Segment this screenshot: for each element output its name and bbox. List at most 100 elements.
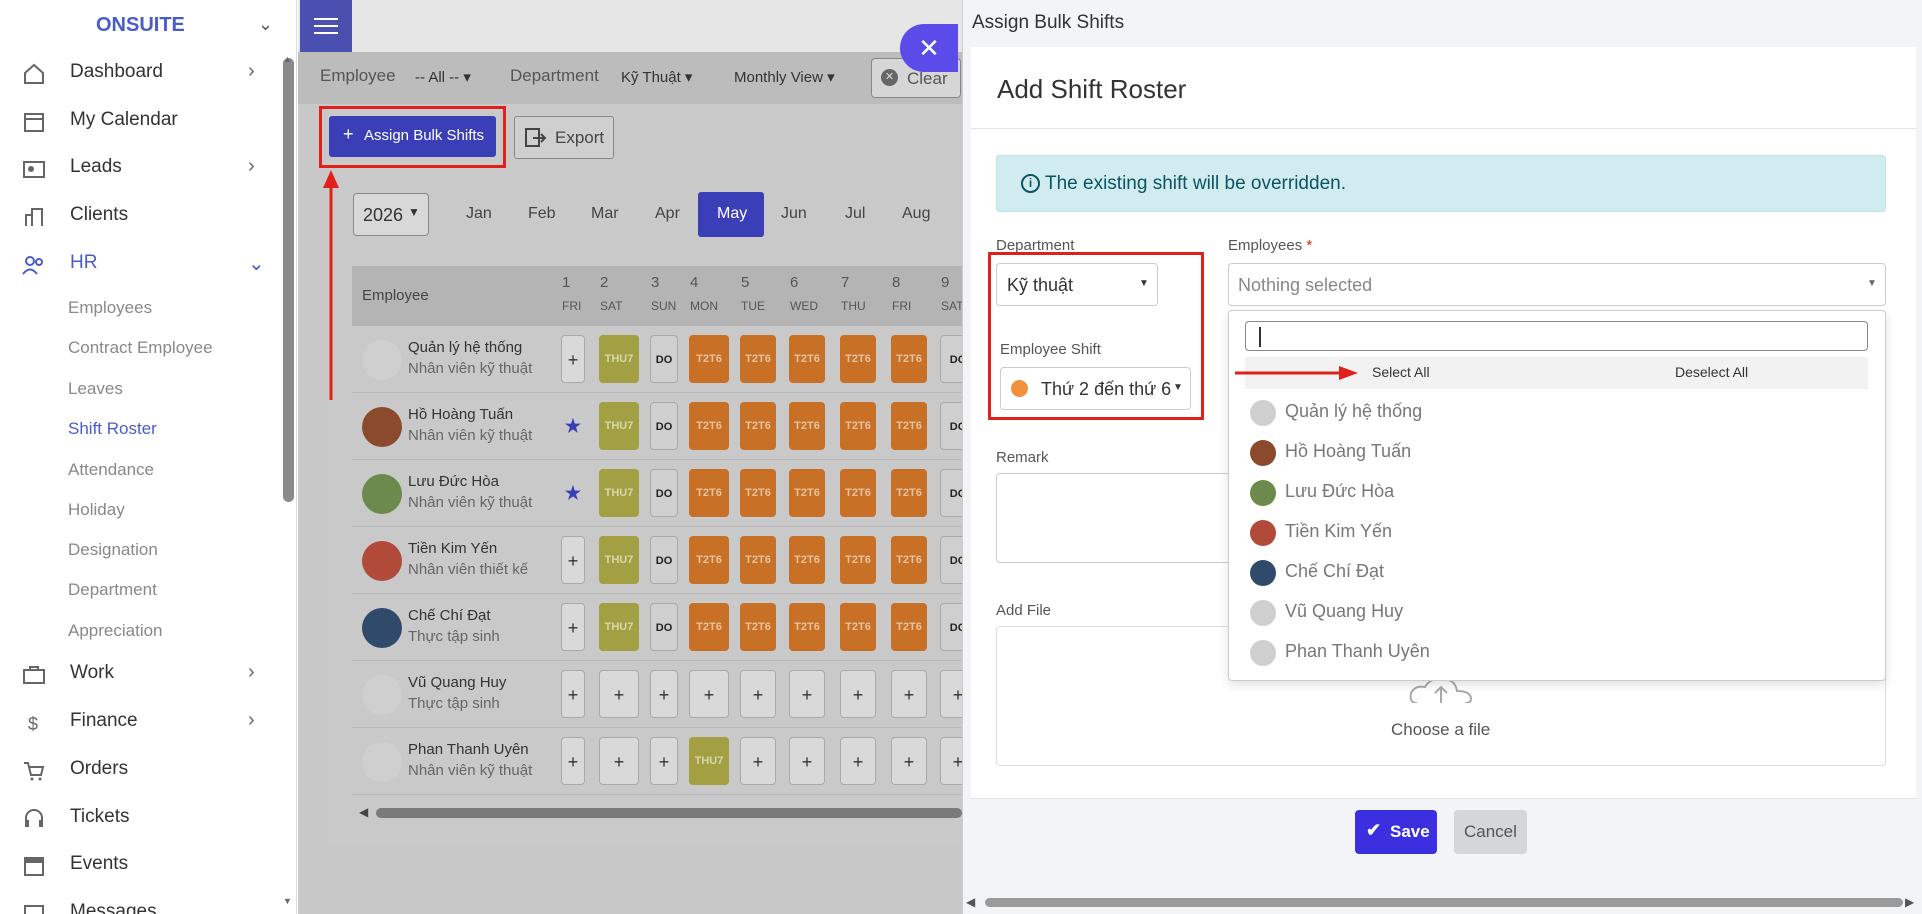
shift-cell[interactable]: T2T6: [740, 603, 776, 651]
month-tab-mar[interactable]: Mar: [591, 205, 619, 223]
shift-cell[interactable]: T2T6: [689, 536, 729, 584]
shift-cell[interactable]: T2T6: [789, 335, 825, 383]
shift-cell[interactable]: T2T6: [740, 335, 776, 383]
sidebar-item-finance[interactable]: $ Finance ›: [0, 699, 296, 746]
month-tab-aug[interactable]: Aug: [902, 205, 930, 223]
dropdown-option-ho-hoang-tuan[interactable]: Hồ Hoàng Tuấn: [1250, 434, 1850, 470]
add-shift-button[interactable]: +: [650, 670, 678, 718]
add-shift-button[interactable]: +: [689, 670, 729, 718]
add-shift-button[interactable]: +: [599, 737, 639, 785]
shift-cell[interactable]: T2T6: [891, 469, 927, 517]
sidebar-scrollbar[interactable]: [283, 58, 294, 502]
shift-cell[interactable]: DO: [650, 536, 678, 584]
department-filter-select[interactable]: Kỹ Thuật ▾: [621, 68, 692, 86]
shift-cell[interactable]: DO: [650, 469, 678, 517]
shift-cell[interactable]: THU7: [599, 603, 639, 651]
employee-name[interactable]: Tiền Kim Yến: [408, 540, 497, 557]
shift-cell[interactable]: T2T6: [689, 603, 729, 651]
choose-file-text[interactable]: Choose a file: [1391, 720, 1490, 740]
add-shift-button[interactable]: +: [891, 670, 927, 718]
shift-cell[interactable]: T2T6: [840, 335, 876, 383]
shift-cell[interactable]: DO: [650, 603, 678, 651]
scroll-up-icon[interactable]: ▲: [283, 54, 292, 64]
shift-cell[interactable]: T2T6: [689, 335, 729, 383]
star-icon[interactable]: ★: [561, 402, 585, 450]
add-shift-button[interactable]: +: [599, 670, 639, 718]
dropdown-option-vu-quang-huy[interactable]: Vũ Quang Huy: [1250, 594, 1850, 630]
sidebar-item-orders[interactable]: Orders: [0, 747, 296, 794]
shift-cell[interactable]: DO: [650, 335, 678, 383]
chevron-down-icon[interactable]: ⌄: [258, 14, 273, 35]
shift-cell[interactable]: T2T6: [840, 469, 876, 517]
shift-cell[interactable]: THU7: [599, 469, 639, 517]
add-shift-button[interactable]: +: [561, 670, 585, 718]
add-shift-button[interactable]: +: [561, 737, 585, 785]
add-shift-button[interactable]: +: [789, 737, 825, 785]
view-select[interactable]: Monthly View ▾: [734, 68, 835, 86]
month-tab-jun[interactable]: Jun: [781, 205, 807, 223]
shift-cell[interactable]: T2T6: [740, 536, 776, 584]
add-shift-button[interactable]: +: [650, 737, 678, 785]
employee-name[interactable]: Vũ Quang Huy: [408, 674, 506, 691]
drawer-horizontal-scrollbar[interactable]: [985, 898, 1903, 907]
export-button[interactable]: Export: [514, 116, 614, 159]
star-icon[interactable]: ★: [561, 469, 585, 517]
sidebar-item-dashboard[interactable]: Dashboard ›: [0, 50, 296, 97]
add-shift-button[interactable]: +: [789, 670, 825, 718]
sidebar-subitem-shift-roster[interactable]: Shift Roster: [68, 419, 157, 439]
shift-cell[interactable]: THU7: [599, 402, 639, 450]
shift-cell[interactable]: T2T6: [891, 335, 927, 383]
shift-cell[interactable]: T2T6: [840, 536, 876, 584]
sidebar-subitem-department[interactable]: Department: [68, 580, 157, 600]
sidebar-subitem-holiday[interactable]: Holiday: [68, 500, 125, 520]
dropdown-search-input[interactable]: [1245, 321, 1868, 351]
shift-cell[interactable]: T2T6: [789, 536, 825, 584]
scroll-left-icon[interactable]: ◀: [359, 805, 368, 819]
shift-cell[interactable]: T2T6: [840, 603, 876, 651]
month-tab-jul[interactable]: Jul: [845, 205, 865, 223]
sidebar-subitem-employees[interactable]: Employees: [68, 298, 152, 318]
roster-horizontal-scrollbar[interactable]: [376, 808, 962, 818]
sidebar-item-my-calendar[interactable]: My Calendar: [0, 98, 296, 145]
add-shift-button[interactable]: +: [740, 737, 776, 785]
add-shift-button[interactable]: +: [840, 670, 876, 718]
dropdown-option-luu-duc-hoa[interactable]: Lưu Đức Hòa: [1250, 474, 1850, 510]
deselect-all-button[interactable]: Deselect All: [1675, 364, 1748, 380]
shift-cell[interactable]: T2T6: [740, 469, 776, 517]
sidebar-item-tickets[interactable]: Tickets: [0, 795, 296, 842]
employee-name[interactable]: Lưu Đức Hòa: [408, 473, 499, 490]
close-drawer-button[interactable]: ✕: [900, 24, 958, 72]
dropdown-option-tien-kim-yen[interactable]: Tiền Kim Yến: [1250, 514, 1850, 550]
save-button[interactable]: ✔ Save: [1355, 810, 1437, 854]
sidebar-item-clients[interactable]: Clients: [0, 193, 296, 240]
sidebar-item-hr[interactable]: HR ⌄: [0, 241, 296, 288]
sidebar-item-messages[interactable]: Messages: [0, 890, 296, 914]
scroll-down-icon[interactable]: ▼: [283, 896, 292, 906]
shift-cell[interactable]: THU7: [599, 536, 639, 584]
shift-cell[interactable]: T2T6: [740, 402, 776, 450]
add-shift-button[interactable]: +: [840, 737, 876, 785]
sidebar-item-work[interactable]: Work ›: [0, 651, 296, 698]
dropdown-option-phan-thanh-uyen[interactable]: Phan Thanh Uyên: [1250, 634, 1850, 670]
dropdown-option-che-chi-dat[interactable]: Chế Chí Đạt: [1250, 554, 1850, 590]
shift-cell[interactable]: THU7: [599, 335, 639, 383]
month-tab-apr[interactable]: Apr: [655, 205, 680, 223]
sidebar-subitem-attendance[interactable]: Attendance: [68, 460, 154, 480]
employee-name[interactable]: Phan Thanh Uyên: [408, 741, 529, 758]
shift-cell[interactable]: T2T6: [840, 402, 876, 450]
add-shift-button[interactable]: +: [891, 737, 927, 785]
sidebar-subitem-designation[interactable]: Designation: [68, 540, 158, 560]
month-tab-may[interactable]: May: [698, 192, 764, 237]
add-shift-button[interactable]: +: [561, 603, 585, 651]
year-select[interactable]: 2026 ▼: [353, 193, 429, 236]
employee-name[interactable]: Quản lý hệ thống: [408, 339, 522, 356]
employee-name[interactable]: Chế Chí Đạt: [408, 607, 491, 624]
shift-cell[interactable]: T2T6: [689, 469, 729, 517]
dropdown-option-quan-ly-he-thong[interactable]: Quản lý hệ thống: [1250, 394, 1850, 430]
month-tab-feb[interactable]: Feb: [528, 205, 556, 223]
employee-name[interactable]: Hồ Hoàng Tuấn: [408, 406, 513, 423]
shift-cell[interactable]: T2T6: [689, 402, 729, 450]
sidebar-subitem-leaves[interactable]: Leaves: [68, 379, 123, 399]
employee-filter-select[interactable]: -- All -- ▾: [415, 68, 471, 86]
sidebar-subitem-contract-employee[interactable]: Contract Employee: [68, 338, 213, 358]
